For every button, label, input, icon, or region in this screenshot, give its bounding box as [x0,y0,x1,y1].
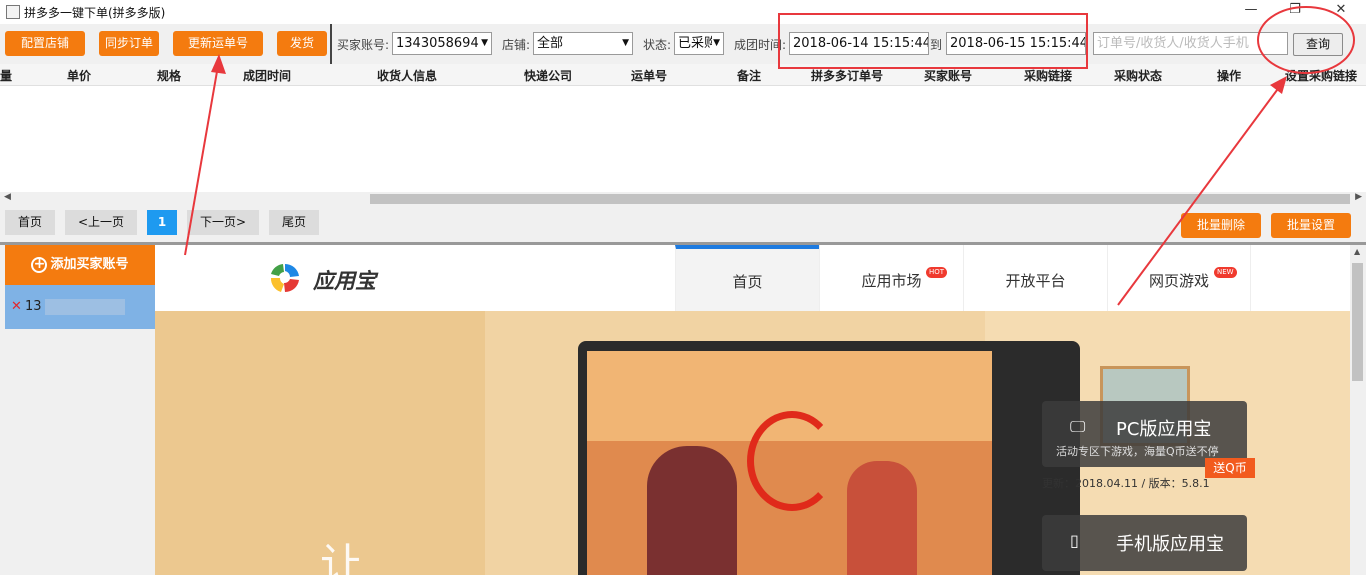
nav-label: 应用市场 [861,272,922,290]
last-page-button[interactable]: 尾页 [269,210,319,235]
store-label: 店铺: [502,38,531,52]
current-page-button[interactable]: 1 [147,210,177,235]
chevron-down-icon: ▼ [712,33,720,54]
person-illustration [647,446,737,575]
close-button[interactable]: ✕ [1318,0,1364,22]
site-navbar: 应用宝 首页 应用市场 HOT 开放平台 网页游戏 NEW [155,245,1350,311]
app-window: 拼多多一键下单(拼多多版) — ❐ ✕ 配置店铺 同步订单 更新运单号 发货 买… [0,0,1366,575]
time-from-input[interactable]: 2018-06-14 15:15:44 [789,32,929,55]
table-header: 量 单价 规格 成团时间 收货人信息 快递公司 运单号 备注 拼多多订单号 买家… [0,64,1366,86]
status-label: 状态: [643,38,672,52]
redacted-account [45,299,125,315]
title-bar: 拼多多一键下单(拼多多版) — ❐ ✕ [0,0,1366,24]
scrollbar-thumb[interactable] [1352,263,1363,381]
batch-delete-button[interactable]: 批量删除 [1181,213,1261,238]
column-header[interactable]: 采购链接 [1024,67,1072,84]
new-badge: NEW [1214,267,1237,278]
config-store-button[interactable]: 配置店铺 [5,31,85,56]
yingyongbao-logo-icon [270,263,299,293]
column-header[interactable]: 操作 [1217,67,1241,84]
scrollbar-thumb[interactable] [370,194,1350,204]
add-buyer-label: 添加买家账号 [50,257,129,272]
hero-banner: 🖵 PC版应用宝 活动专区下游戏，海量Q币送不停 送Q币 更新：2018.04.… [155,311,1350,575]
red-ring-graphic [747,411,837,511]
pc-subtitle: 活动专区下游戏，海量Q币送不停 [1056,445,1219,458]
pc-title: PC版应用宝 [1116,419,1212,440]
hero-headline: 让 [320,540,364,575]
column-header[interactable]: 收货人信息 [377,67,437,84]
column-header[interactable]: 买家账号 [924,67,972,84]
mobile-title: 手机版应用宝 [1116,534,1224,555]
orders-table-body [0,86,1366,192]
query-button[interactable]: 查询 [1293,33,1343,56]
scroll-right-icon[interactable]: ▶ [1355,192,1362,202]
nav-label: 网页游戏 [1148,272,1209,290]
prev-page-button[interactable]: <上一页 [65,210,137,235]
window-title: 拼多多一键下单(拼多多版) [24,6,166,20]
column-header[interactable]: 规格 [157,67,181,84]
add-buyer-account-button[interactable]: + 添加买家账号 [5,245,155,285]
update-info: 更新：2018.04.11 / 版本：5.8.1 [1042,477,1210,490]
scroll-left-icon[interactable]: ◀ [4,192,11,202]
send-q-badge: 送Q币 [1205,458,1255,478]
column-header[interactable]: 量 [0,67,12,84]
horizontal-scrollbar[interactable]: ◀ ▶ [0,192,1366,206]
monitor-icon: 🖵 [1070,417,1086,436]
nav-label: 开放平台 [1005,272,1066,290]
column-header[interactable]: 备注 [737,67,761,84]
status-select[interactable]: 已采购 ▼ [674,32,724,55]
next-page-button[interactable]: 下一页> [187,210,259,235]
nav-app-market[interactable]: 应用市场 HOT [819,245,963,311]
batch-settings-button[interactable]: 批量设置 [1271,213,1351,238]
column-header[interactable]: 拼多多订单号 [811,67,883,84]
toolbar: 配置店铺 同步订单 更新运单号 发货 买家账号: 1343058694 ▼ 店铺… [0,24,1366,64]
hot-badge: HOT [926,267,948,278]
app-icon [6,5,20,19]
buyer-account-pane: + 添加买家账号 ✕ 13 [0,245,155,575]
column-header[interactable]: 运单号 [631,67,667,84]
minimize-button[interactable]: — [1228,0,1274,22]
restore-button[interactable]: ❐ [1272,0,1318,22]
sync-orders-button[interactable]: 同步订单 [99,31,159,56]
column-header[interactable]: 采购状态 [1114,67,1162,84]
buyer-account-item[interactable]: ✕ 13 [5,285,155,329]
update-tracking-button[interactable]: 更新运单号 [173,31,263,56]
mobile-download-card[interactable]: ▯ 手机版应用宝 [1042,515,1247,571]
store-select[interactable]: 全部 ▼ [533,32,633,55]
vertical-scrollbar[interactable]: ▲ [1350,245,1366,575]
to-label: 到 [930,38,943,52]
embedded-browser: 应用宝 首页 应用市场 HOT 开放平台 网页游戏 NEW 🖵 PC版应用宝 活… [155,245,1350,575]
chevron-down-icon: ▼ [481,38,488,48]
nav-open-platform[interactable]: 开放平台 [963,245,1107,311]
buyer-account-value: 1343058694 [396,36,479,51]
plus-circle-icon: + [31,256,48,273]
phone-icon: ▯ [1070,531,1079,550]
nav-home[interactable]: 首页 [675,245,819,311]
chevron-down-icon: ▼ [622,38,629,48]
column-header[interactable]: 快递公司 [524,67,572,84]
column-header[interactable]: 单价 [67,67,91,84]
toolbar-divider [330,24,332,64]
first-page-button[interactable]: 首页 [5,210,55,235]
column-header[interactable]: 成团时间 [243,67,291,84]
person-illustration [847,461,917,575]
store-value: 全部 [537,36,564,51]
pagination-bar: 首页 <上一页 1 下一页> 尾页 批量删除 批量设置 [0,206,1366,242]
nav-label: 首页 [732,273,763,291]
column-header[interactable]: 设置采购链接 [1285,67,1357,84]
scroll-up-icon[interactable]: ▲ [1354,247,1360,256]
buyer-account-label: 买家账号: [337,38,390,52]
account-number: 13 [25,299,42,314]
search-input[interactable]: 订单号/收货人/收货人手机 [1093,32,1288,55]
hero-phone-screen [587,351,992,575]
ship-button[interactable]: 发货 [277,31,327,56]
buyer-account-select[interactable]: 1343058694 ▼ [392,32,492,55]
group-time-label: 成团时间: [734,38,787,52]
nav-web-games[interactable]: 网页游戏 NEW [1107,245,1251,311]
remove-icon[interactable]: ✕ [11,299,22,314]
brand-name[interactable]: 应用宝 [313,265,376,295]
time-to-input[interactable]: 2018-06-15 15:15:44 [946,32,1086,55]
